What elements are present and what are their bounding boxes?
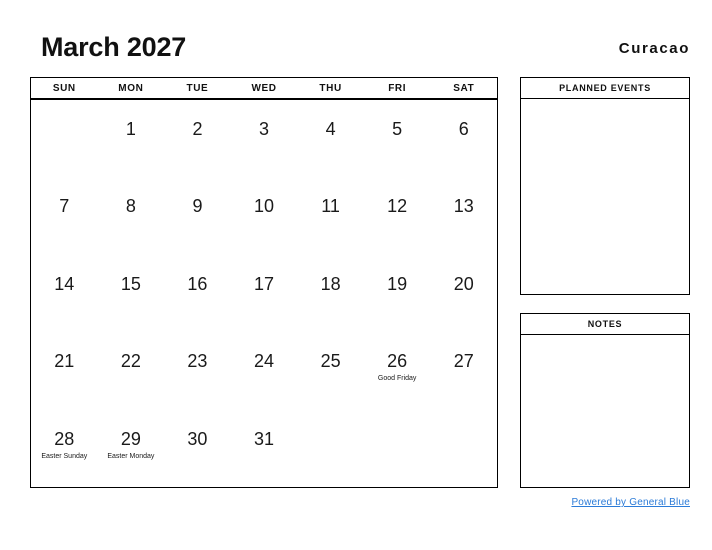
day-event-label: Easter Sunday [41,452,88,460]
day-cell-2[interactable]: 2 [164,100,231,177]
day-cell-18[interactable]: 18 [297,255,364,332]
day-cell-10[interactable]: 10 [231,177,298,254]
week-row: 14 15 16 17 18 19 20 [31,255,497,332]
page-title: March 2027 [41,32,187,62]
day-cell-12[interactable]: 12 [364,177,431,254]
day-number: 8 [125,196,136,217]
day-number: 14 [54,273,75,294]
day-cell-17[interactable]: 17 [231,255,298,332]
weekday-sat: SAT [453,82,475,94]
day-cell-4[interactable]: 4 [297,100,364,177]
weekday-tue: TUE [186,82,209,94]
day-number: 23 [187,351,208,372]
day-number: 25 [320,351,341,372]
weekday-header-row: SUN MON TUE WED THU FRI SAT [31,78,497,100]
weekday-sun: SUN [52,82,76,94]
day-number: 20 [453,273,474,294]
day-cell-25[interactable]: 25 [297,332,364,409]
day-number: 19 [387,273,408,294]
region-label: Curacao [618,40,690,57]
powered-by-link[interactable]: Powered by General Blue [571,497,690,508]
day-cell-29[interactable]: 29 Easter Monday [98,410,165,487]
day-cell-30[interactable]: 30 [164,410,231,487]
day-number: 16 [187,273,208,294]
day-number: 6 [458,119,469,139]
week-row: 28 Easter Sunday 29 Easter Monday 30 31 [31,410,497,487]
day-cell-6[interactable]: 6 [430,100,497,177]
weekday-wed: WED [251,82,277,94]
day-cell-31[interactable]: 31 [231,410,298,487]
day-number: 1 [125,119,136,139]
day-cell-26[interactable]: 26 Good Friday [364,332,431,409]
weekday-thu: THU [319,82,342,94]
day-number: 29 [120,428,141,449]
day-cell-1[interactable]: 1 [98,100,165,177]
day-cell-14[interactable]: 14 [31,255,98,332]
day-cell-23[interactable]: 23 [164,332,231,409]
day-number: 2 [192,119,203,139]
day-number: 15 [120,273,141,294]
notes-panel: NOTES [520,313,690,488]
week-row: 7 8 9 10 11 12 13 [31,177,497,254]
day-number: 21 [54,351,75,372]
day-cell-empty [297,410,364,487]
day-number: 3 [259,119,270,139]
day-cell-15[interactable]: 15 [98,255,165,332]
day-number: 10 [254,196,275,217]
day-number: 11 [321,196,340,217]
notes-body[interactable] [521,335,689,487]
day-cell-24[interactable]: 24 [231,332,298,409]
weekday-fri: FRI [388,82,407,94]
day-cell-22[interactable]: 22 [98,332,165,409]
day-number: 7 [59,196,70,217]
notes-title: NOTES [521,314,689,335]
day-event-label: Easter Monday [107,452,155,460]
day-number: 22 [120,351,141,372]
day-number: 17 [254,273,275,294]
day-cell-16[interactable]: 16 [164,255,231,332]
day-number: 18 [320,273,341,294]
day-number: 31 [254,428,275,449]
day-number: 5 [392,119,403,139]
day-number: 28 [54,428,75,449]
day-cell-20[interactable]: 20 [430,255,497,332]
day-number: 4 [325,119,336,139]
day-number: 24 [254,351,275,372]
day-cell-empty [31,100,98,177]
day-cell-empty [364,410,431,487]
day-number: 13 [453,196,474,217]
day-event-label: Good Friday [377,375,417,383]
day-cell-9[interactable]: 9 [164,177,231,254]
day-cell-5[interactable]: 5 [364,100,431,177]
day-number: 9 [192,196,203,217]
planned-events-title: PLANNED EVENTS [521,78,689,99]
day-cell-11[interactable]: 11 [297,177,364,254]
day-cell-19[interactable]: 19 [364,255,431,332]
planned-events-body[interactable] [521,99,689,294]
week-row: 21 22 23 24 25 26 Good Friday 27 [31,332,497,409]
planned-events-panel: PLANNED EVENTS [520,77,690,295]
day-number: 26 [387,351,408,372]
day-number: 27 [453,351,474,372]
day-number: 30 [187,428,208,449]
calendar-weeks: 1 2 3 4 5 6 7 8 9 10 11 12 13 14 15 16 17 18 19 20 21 22 23 24 2… [31,100,497,487]
day-number: 12 [387,196,408,217]
day-cell-27[interactable]: 27 [430,332,497,409]
calendar-grid: SUN MON TUE WED THU FRI SAT 1 2 3 4 5 6 7 8 9 10 11 12 13 1… [30,77,498,488]
day-cell-28[interactable]: 28 Easter Sunday [31,410,98,487]
day-cell-empty [430,410,497,487]
day-cell-8[interactable]: 8 [98,177,165,254]
week-row: 1 2 3 4 5 6 [31,100,497,177]
weekday-mon: MON [118,82,144,94]
day-cell-21[interactable]: 21 [31,332,98,409]
day-cell-3[interactable]: 3 [231,100,298,177]
day-cell-7[interactable]: 7 [31,177,98,254]
day-cell-13[interactable]: 13 [430,177,497,254]
